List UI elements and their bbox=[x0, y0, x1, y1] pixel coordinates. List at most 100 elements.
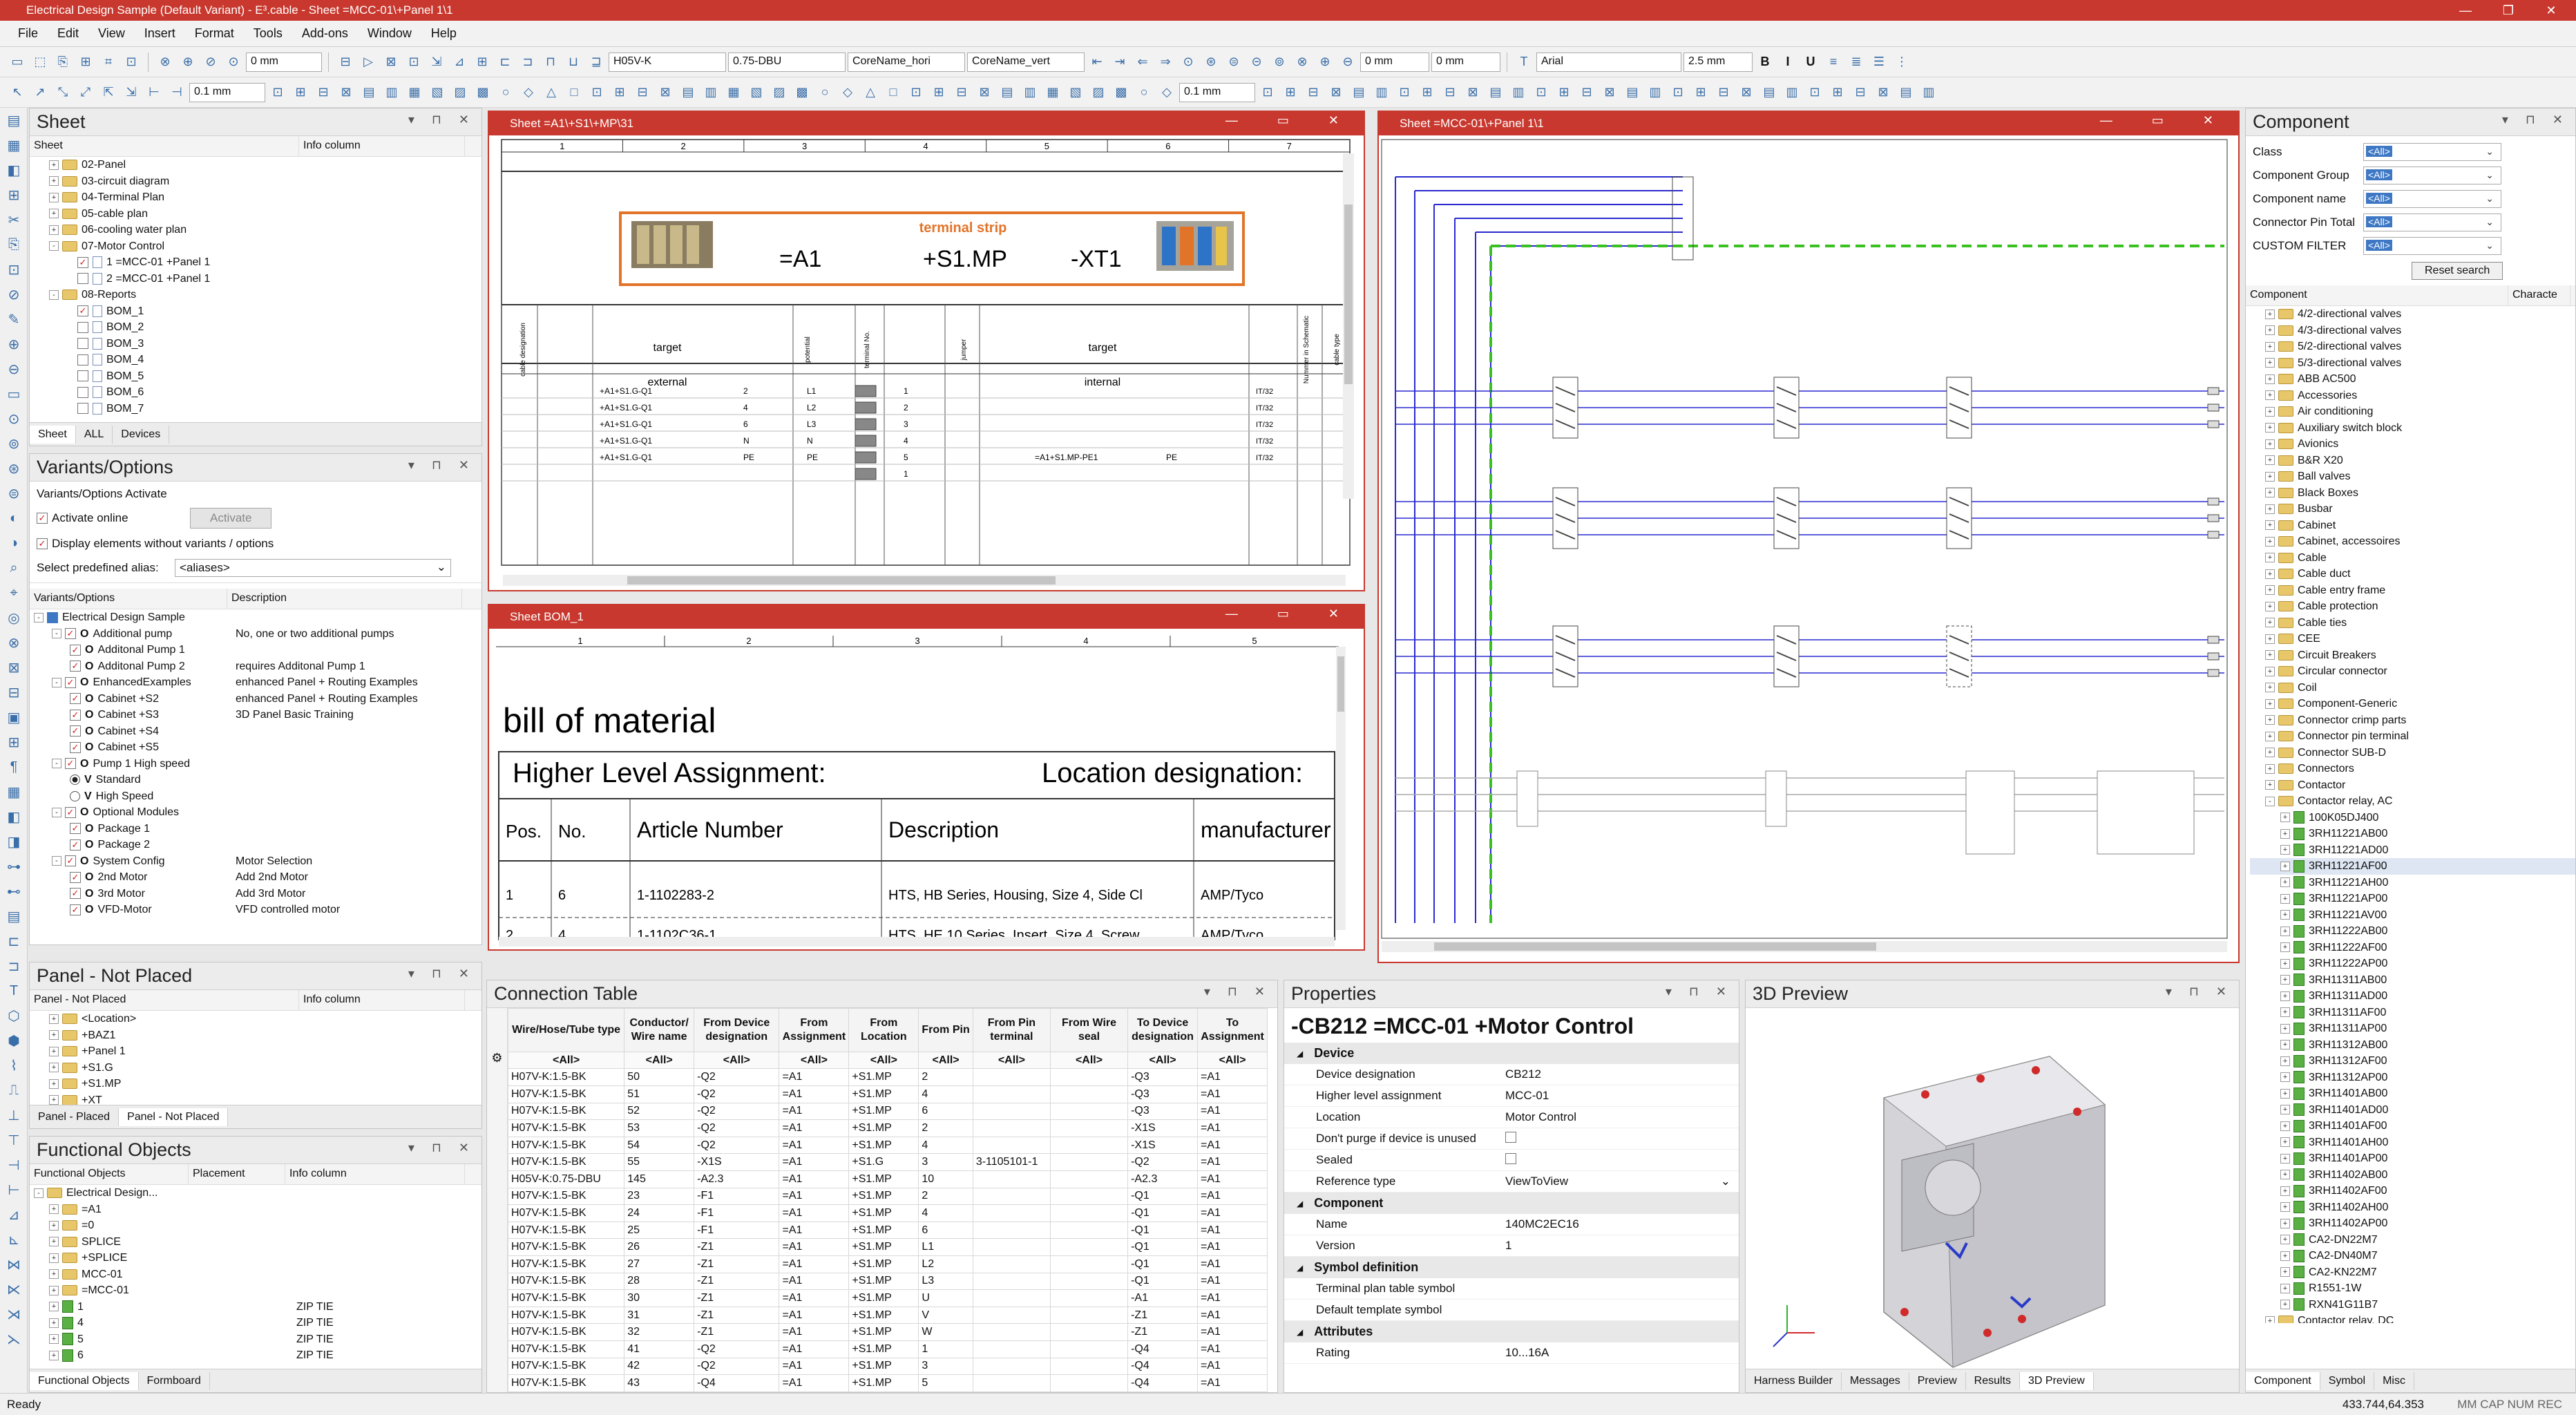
sheet-tree-item[interactable]: BOM_2 bbox=[34, 319, 481, 336]
prop-value-cell[interactable]: 1 bbox=[1498, 1239, 1739, 1253]
display-without-checkbox[interactable]: ✓ bbox=[37, 538, 48, 549]
toolbar-icon[interactable]: ⊟ bbox=[1303, 82, 1324, 103]
side-tool-icon[interactable]: ⊛ bbox=[0, 456, 28, 481]
comp-folder[interactable]: + Contactor bbox=[2250, 777, 2575, 794]
dock-tab[interactable]: Panel - Placed bbox=[30, 1108, 120, 1126]
toolbar-icon[interactable]: ⊝ bbox=[1246, 52, 1267, 73]
toolbar-icon[interactable]: ⊟ bbox=[632, 82, 653, 103]
comp-filter-select[interactable]: <All> ⌄ bbox=[2363, 143, 2501, 161]
toolbar-icon[interactable]: ⊐ bbox=[517, 52, 538, 73]
toolbar-icon[interactable]: ▩ bbox=[473, 82, 493, 103]
comp-part[interactable]: +3RH11311AD00 bbox=[2250, 988, 2575, 1005]
expand-icon[interactable]: + bbox=[49, 1014, 59, 1024]
expand-icon[interactable]: + bbox=[2265, 325, 2275, 336]
toolbar-icon[interactable]: ⊡ bbox=[1257, 82, 1278, 103]
expand-icon[interactable]: - bbox=[49, 289, 59, 300]
toolbar-select[interactable]: 0.1 mm bbox=[1179, 82, 1255, 102]
toolbar-icon[interactable]: ⊞ bbox=[1690, 82, 1711, 103]
expand-icon[interactable]: + bbox=[2265, 683, 2275, 693]
variant-item[interactable]: ✓ O Package 2 bbox=[34, 837, 481, 853]
ct-col-header[interactable]: To Device designation bbox=[1127, 1008, 1199, 1052]
side-tool-icon[interactable]: ⊞ bbox=[0, 730, 28, 754]
toolbar-icon[interactable]: ▥ bbox=[1918, 82, 1939, 103]
comp-folder[interactable]: + Connector pin terminal bbox=[2250, 728, 2575, 745]
side-tool-icon[interactable]: ⬢ bbox=[0, 1028, 28, 1053]
toolbar-icon[interactable]: ⊟ bbox=[1713, 82, 1734, 103]
comp-filter-select[interactable]: <All> ⌄ bbox=[2363, 167, 2501, 184]
expand-icon[interactable]: + bbox=[2280, 926, 2290, 936]
toolbar-icon[interactable]: ⊞ bbox=[1280, 82, 1301, 103]
variant-item[interactable]: ✓ O Cabinet +S4 bbox=[34, 723, 481, 740]
toolbar-icon[interactable]: ◇ bbox=[837, 82, 858, 103]
side-tool-icon[interactable]: ⊠ bbox=[0, 655, 28, 680]
variant-item[interactable]: V High Speed bbox=[34, 788, 481, 805]
activate-online-checkbox[interactable]: ✓ bbox=[37, 513, 48, 524]
toolbar-icon[interactable]: △ bbox=[541, 82, 562, 103]
fo-item[interactable]: + =MCC-01 bbox=[34, 1282, 481, 1299]
dock-tab[interactable]: Harness Builder bbox=[1746, 1371, 1842, 1390]
side-tool-icon[interactable]: ⊞ bbox=[0, 182, 28, 207]
comp-folder[interactable]: - Contactor relay, AC bbox=[2250, 793, 2575, 810]
fo-item[interactable]: +6 ZIP TIE bbox=[34, 1347, 481, 1364]
comp-folder[interactable]: + Ball valves bbox=[2250, 468, 2575, 485]
checkbox-icon[interactable]: ✓ bbox=[77, 305, 88, 317]
side-tool-icon[interactable]: ▤ bbox=[0, 108, 28, 133]
comp-filter-select[interactable]: <All> ⌄ bbox=[2363, 213, 2501, 231]
variant-item[interactable]: ✓ O Cabinet +S3 3D Panel Basic Training bbox=[34, 707, 481, 723]
expand-icon[interactable]: - bbox=[34, 612, 44, 623]
side-tool-icon[interactable]: ⎘ bbox=[0, 232, 28, 257]
expand-icon[interactable]: - bbox=[52, 759, 61, 769]
sheet-tree-item[interactable]: - 08-Reports bbox=[34, 287, 481, 303]
toolbar-icon[interactable]: ⋮ bbox=[1891, 52, 1912, 73]
side-tool-icon[interactable]: ⊙ bbox=[0, 406, 28, 431]
expand-icon[interactable]: + bbox=[49, 176, 59, 187]
terminal-symbol[interactable] bbox=[2207, 403, 2220, 412]
table-row[interactable]: H07V-K:1.5-BK 23 -F1 =A1 +S1.MP 2 -Q1 =A1 bbox=[507, 1187, 1268, 1206]
expand-icon[interactable]: + bbox=[2265, 731, 2275, 741]
comp-part[interactable]: +3RH11221AF00 bbox=[2250, 858, 2575, 875]
toolbar-icon[interactable]: ⊟ bbox=[1576, 82, 1597, 103]
ct-filter-cell[interactable]: <All> bbox=[1127, 1051, 1199, 1070]
expand-icon[interactable]: + bbox=[2265, 666, 2275, 676]
col-placement[interactable]: Placement bbox=[189, 1164, 285, 1184]
expand-icon[interactable]: + bbox=[2280, 1023, 2290, 1034]
toolbar-icon[interactable]: ⊠ bbox=[655, 82, 676, 103]
comp-folder[interactable]: +5/3-directional valves bbox=[2250, 355, 2575, 372]
table-row[interactable]: H07V-K:1.5-BK 31 -Z1 =A1 +S1.MP V -Z1 =A1 bbox=[507, 1306, 1268, 1324]
table-row[interactable]: H07V-K:1.5-BK 54 -Q2 =A1 +S1.MP 4 -X1S =A1 bbox=[507, 1136, 1268, 1155]
side-tool-icon[interactable]: ⌕ bbox=[0, 555, 28, 580]
side-tool-icon[interactable]: ⋉ bbox=[0, 1277, 28, 1302]
expand-icon[interactable]: + bbox=[2280, 975, 2290, 985]
expand-icon[interactable]: + bbox=[2265, 455, 2275, 466]
reset-search-button[interactable]: Reset search bbox=[2412, 262, 2503, 280]
menu-file[interactable]: File bbox=[8, 26, 48, 41]
col-info[interactable]: Info column bbox=[285, 1164, 465, 1184]
table-row[interactable]: H07V-K:1.5-BK 32 -Z1 =A1 +S1.MP W -Z1 =A1 bbox=[507, 1323, 1268, 1341]
col-sheet[interactable]: Sheet bbox=[30, 136, 299, 156]
terminal-symbol[interactable] bbox=[2207, 531, 2220, 539]
ct-col-header[interactable]: From Device designation bbox=[694, 1008, 780, 1052]
prop-row[interactable]: Reference type ViewToView ⌄ bbox=[1284, 1171, 1739, 1193]
expand-icon[interactable]: + bbox=[2265, 634, 2275, 644]
expand-icon[interactable]: + bbox=[49, 1334, 59, 1345]
expand-icon[interactable]: + bbox=[2265, 569, 2275, 579]
checkbox-icon[interactable] bbox=[77, 403, 88, 415]
sheet-tree-item[interactable]: BOM_4 bbox=[34, 352, 481, 368]
prop-row[interactable]: Rating 10...16A bbox=[1284, 1342, 1739, 1364]
fo-item[interactable]: - Electrical Design... bbox=[34, 1185, 481, 1202]
comp-folder[interactable]: + Cabinet bbox=[2250, 517, 2575, 534]
checkbox-icon[interactable] bbox=[77, 321, 88, 333]
checkbox-icon[interactable]: ✓ bbox=[65, 855, 76, 867]
comp-part[interactable]: + CA2-DN40M7 bbox=[2250, 1248, 2575, 1264]
comp-part[interactable]: +3RH11401AF00 bbox=[2250, 1118, 2575, 1134]
comp-folder[interactable]: + Cabinet, accessoires bbox=[2250, 533, 2575, 550]
collapse-icon[interactable]: ◢ bbox=[1297, 1049, 1303, 1058]
variant-item[interactable]: - ✓ O Optional Modules bbox=[34, 804, 481, 821]
toolbar-icon[interactable]: ⊞ bbox=[1554, 82, 1574, 103]
dock-tab[interactable]: ALL bbox=[76, 425, 113, 444]
toolbar-icon[interactable]: ⊞ bbox=[75, 52, 96, 73]
comp-part[interactable]: +3RH11402AH00 bbox=[2250, 1199, 2575, 1216]
checkbox-icon[interactable]: ✓ bbox=[70, 644, 81, 656]
comp-folder[interactable]: + Connector SUB-D bbox=[2250, 745, 2575, 761]
panel-controls-icon[interactable]: ▾ ⊓ ✕ bbox=[2166, 985, 2233, 999]
